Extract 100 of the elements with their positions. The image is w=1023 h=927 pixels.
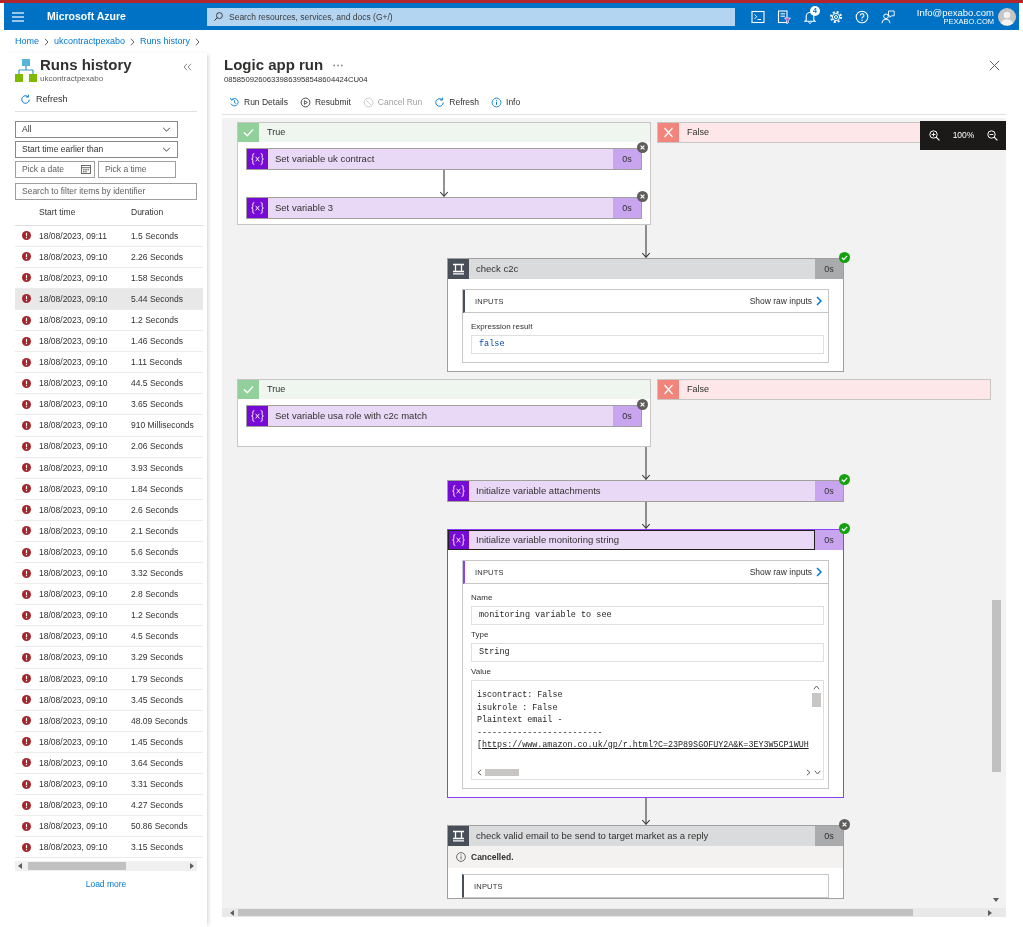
action-card[interactable] (447, 529, 844, 798)
scroll-left-arrow-icon[interactable] (18, 863, 22, 870)
more-icon[interactable] (333, 63, 344, 67)
run-row[interactable]: 18/08/2023, 09:10 1.58 Seconds (15, 267, 203, 289)
menu-icon[interactable] (12, 11, 24, 22)
run-row[interactable]: 18/08/2023, 09:11 1.5 Seconds (15, 225, 203, 247)
table-cell: 18/08/2023, 09:10 (39, 694, 108, 705)
run-row[interactable]: 18/08/2023, 09:10 1.46 Seconds (15, 331, 203, 353)
run-row[interactable]: 18/08/2023, 09:10 2.1 Seconds (15, 520, 203, 542)
run-row[interactable]: 18/08/2023, 09:10 3.29 Seconds (15, 647, 203, 669)
action-title: Set variable usa role with c2c match (275, 410, 428, 422)
column-header[interactable]: Start time (39, 207, 76, 218)
run-row[interactable]: 18/08/2023, 09:10 1.2 Seconds (15, 309, 203, 332)
run-row[interactable]: 18/08/2023, 09:10 1.11 Seconds (15, 352, 203, 374)
filter-search-field[interactable]: Search to filter items by identifier (15, 182, 197, 200)
branch-label: False (687, 127, 709, 138)
horizontal-scrollbar[interactable] (222, 908, 1006, 917)
action-header[interactable]: Initialize variable monitoring string 0s (448, 530, 843, 550)
run-row[interactable]: 18/08/2023, 09:10 3.45 Seconds (15, 689, 203, 711)
calendar-icon[interactable] (81, 164, 91, 174)
avatar-icon[interactable] (998, 7, 1016, 26)
url-link[interactable]: https://www.amazon.co.uk/gp/r.html?C=23P89SGOFUY2A&K=3EY3W5CP1WUH (482, 740, 809, 750)
table-cell: 5.44 Seconds (131, 293, 183, 304)
scroll-right-arrow-icon[interactable] (190, 863, 194, 870)
scrollbar-thumb[interactable] (812, 693, 821, 707)
run-row[interactable]: 18/08/2023, 09:10 1.45 Seconds (15, 731, 203, 753)
status-filter-dropdown[interactable]: All (15, 120, 178, 138)
show-raw-inputs-link[interactable]: Show raw inputs (749, 566, 822, 578)
run-row[interactable]: 18/08/2023, 09:10 48.09 Seconds (15, 710, 203, 732)
run-row[interactable]: 18/08/2023, 09:10 44.5 Seconds (15, 373, 203, 395)
status-text: Cancelled. (471, 851, 514, 863)
column-header[interactable]: Duration (131, 207, 164, 218)
table-cell: 1.11 Seconds (131, 357, 183, 368)
action-card[interactable]: Set variable usa role with c2c match 0s (246, 405, 642, 427)
toolbar-button[interactable]: Resubmit (293, 93, 357, 111)
document-filter-icon[interactable] (777, 9, 791, 24)
run-row[interactable]: 18/08/2023, 09:10 3.32 Seconds (15, 563, 203, 585)
close-icon[interactable] (989, 59, 1000, 71)
zoom-in-icon[interactable] (929, 130, 940, 141)
table-cell: 3.45 Seconds (131, 694, 183, 705)
run-row[interactable]: 18/08/2023, 09:10 5.6 Seconds (15, 542, 203, 564)
feedback-icon[interactable] (881, 9, 895, 24)
load-more-link[interactable]: Load more (85, 879, 127, 890)
settings-icon[interactable] (829, 9, 843, 24)
breadcrumb-link[interactable]: Runs history (140, 36, 191, 47)
run-row[interactable]: 18/08/2023, 09:10 5.44 Seconds (15, 288, 203, 310)
action-header[interactable]: check valid email to be send to target market as a reply 0s (448, 826, 843, 846)
collapse-icon[interactable] (183, 63, 192, 71)
breadcrumb-link[interactable]: ukcontractpexabo (54, 36, 126, 47)
search-field[interactable]: Search resources, services, and docs (G+/) (207, 7, 735, 26)
scrollbar-thumb[interactable] (238, 909, 913, 916)
date-field[interactable]: Pick a date (15, 160, 95, 178)
terminal-icon[interactable] (751, 9, 765, 24)
run-row[interactable]: 18/08/2023, 09:10 50.86 Seconds (15, 816, 203, 838)
show-raw-inputs-link[interactable]: Show raw inputs (749, 295, 822, 307)
scrollbar-thumb[interactable] (991, 600, 1001, 772)
breadcrumb-link[interactable]: Home (15, 36, 39, 47)
toolbar-button[interactable]: Refresh (428, 93, 486, 111)
scroll-right-arrow-icon[interactable] (988, 909, 992, 916)
scrollbar-thumb[interactable] (28, 862, 126, 871)
action-card[interactable]: Set variable 3 0s (246, 197, 642, 219)
run-row[interactable]: 18/08/2023, 09:10 2.26 Seconds (15, 246, 203, 268)
time-field[interactable]: Pick a time (98, 160, 176, 178)
connector-arrow (640, 447, 651, 480)
action-card[interactable]: Set variable uk contract 0s (246, 148, 642, 170)
run-row[interactable]: 18/08/2023, 09:10 1.79 Seconds (15, 668, 203, 690)
horizontal-scrollbar[interactable] (15, 861, 197, 872)
scrollbar-thumb[interactable] (485, 769, 519, 776)
help-icon[interactable] (855, 9, 869, 24)
run-row[interactable]: 18/08/2023, 09:10 910 Milliseconds (15, 415, 203, 437)
zoom-out-icon[interactable] (987, 130, 998, 141)
run-row[interactable]: 18/08/2023, 09:10 3.93 Seconds (15, 457, 203, 479)
variable-icon (247, 198, 268, 218)
scroll-down-arrow-icon[interactable] (993, 898, 999, 902)
run-row[interactable]: 18/08/2023, 09:10 3.65 Seconds (15, 394, 203, 416)
run-row[interactable]: 18/08/2023, 09:10 4.27 Seconds (15, 795, 203, 817)
run-row[interactable]: 18/08/2023, 09:10 1.84 Seconds (15, 478, 203, 500)
time-filter-dropdown[interactable]: Start time earlier than (15, 140, 178, 158)
run-row[interactable]: 18/08/2023, 09:10 2.06 Seconds (15, 436, 203, 458)
table-cell: 18/08/2023, 09:10 (39, 378, 108, 389)
run-row[interactable]: 18/08/2023, 09:10 3.64 Seconds (15, 752, 203, 775)
run-row[interactable]: 18/08/2023, 09:10 1.2 Seconds (15, 605, 203, 627)
toolbar-button[interactable]: Run Details (223, 93, 294, 111)
toolbar-button[interactable]: Info (485, 93, 527, 111)
run-row[interactable]: 18/08/2023, 09:10 3.31 Seconds (15, 774, 203, 796)
table-cell: 1.2 Seconds (131, 610, 179, 621)
action-card[interactable]: Initialize variable attachments 0s (447, 480, 844, 502)
run-row[interactable]: 18/08/2023, 09:10 3.15 Seconds (15, 837, 203, 859)
run-row[interactable]: 18/08/2023, 09:10 2.6 Seconds (15, 499, 203, 521)
table-cell: 18/08/2023, 09:10 (39, 251, 108, 262)
action-title: Initialize variable monitoring string (476, 534, 620, 546)
table-cell: 18/08/2023, 09:10 (39, 631, 108, 642)
scroll-left-arrow-icon[interactable] (230, 909, 234, 916)
bell-icon[interactable] (803, 9, 817, 24)
run-row[interactable]: 18/08/2023, 09:10 2.8 Seconds (15, 584, 203, 606)
run-row[interactable]: 18/08/2023, 09:10 4.5 Seconds (15, 626, 203, 648)
brand-title[interactable]: Microsoft Azure (47, 10, 126, 23)
table-cell: 3.29 Seconds (131, 652, 183, 663)
refresh-button[interactable]: Refresh (15, 92, 68, 107)
action-header[interactable]: check c2c 0s (448, 259, 843, 279)
